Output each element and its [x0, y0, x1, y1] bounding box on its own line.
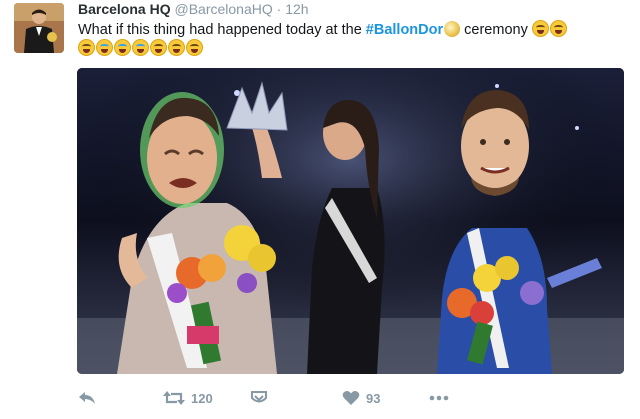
author-handle[interactable]: @BarcelonaHQ — [174, 1, 272, 17]
sob-emoji-icon — [114, 39, 131, 56]
avatar-image — [14, 3, 64, 53]
heart-icon — [342, 391, 360, 405]
tweet-text: What if this thing had happened today at… — [78, 20, 623, 58]
timestamp[interactable]: 12h — [285, 1, 308, 17]
hashtag-link[interactable]: #BallonDor — [366, 22, 443, 38]
sob-emoji-icon — [132, 39, 149, 56]
save-button[interactable] — [250, 387, 268, 409]
sob-emoji-icon — [96, 39, 113, 56]
bookmark-icon — [251, 391, 267, 403]
like-count: 93 — [366, 390, 381, 406]
like-button[interactable]: 93 — [342, 387, 380, 409]
retweet-icon — [163, 391, 185, 405]
more-button[interactable] — [428, 387, 450, 409]
retweet-count: 120 — [191, 390, 213, 406]
joy-emoji-icon — [78, 39, 95, 56]
joy-emoji-icon — [186, 39, 203, 56]
more-icon — [429, 395, 449, 401]
joy-emoji-icon — [549, 20, 567, 37]
tweet-photo[interactable] — [77, 68, 624, 374]
joy-emoji-icon — [150, 39, 167, 56]
tweet-text-after: ceremony — [460, 22, 528, 38]
meme-image — [77, 68, 624, 374]
tweet-actions: 120 93 — [78, 385, 598, 411]
tweet-header: Barcelona HQ @BarcelonaHQ · 12h — [78, 0, 309, 18]
author-name[interactable]: Barcelona HQ — [78, 1, 171, 17]
avatar[interactable] — [14, 3, 64, 53]
joy-emoji-icon — [168, 39, 185, 56]
reply-button[interactable] — [78, 387, 96, 409]
separator: · — [276, 1, 282, 17]
joy-emoji-icon — [531, 20, 549, 37]
emoji-group-2 — [78, 39, 204, 57]
emoji-group-1 — [531, 20, 568, 38]
ballon-dor-icon — [444, 21, 461, 37]
tweet-text-before: What if this thing had happened today at… — [78, 22, 366, 38]
retweet-button[interactable]: 120 — [163, 387, 213, 409]
reply-icon — [79, 392, 95, 404]
